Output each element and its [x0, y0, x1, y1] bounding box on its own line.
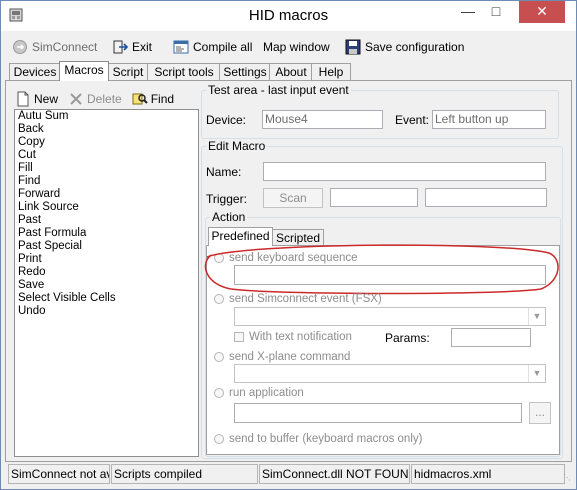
simconnect-icon	[13, 40, 27, 54]
minimize-button[interactable]: —	[454, 1, 482, 23]
close-icon: ✕	[536, 3, 548, 19]
status-dll: SimConnect.dll NOT FOUN	[259, 464, 410, 484]
radio-indicator	[214, 388, 224, 398]
tab-script[interactable]: Script	[107, 63, 149, 81]
trigger-field-2[interactable]	[425, 188, 547, 207]
new-document-icon	[17, 91, 29, 107]
params-input[interactable]	[451, 328, 531, 347]
list-item[interactable]: Fill	[15, 162, 198, 175]
status-config-file: hidmacros.xml	[411, 464, 565, 484]
list-item[interactable]: Copy	[15, 136, 198, 149]
status-bar: SimConnect not av Scripts compiled SimCo…	[1, 462, 576, 486]
chevron-down-icon: ▼	[528, 365, 545, 382]
list-item[interactable]: Link Source	[15, 201, 198, 214]
simconnect-event-dropdown[interactable]: ▼	[234, 307, 546, 326]
event-label: Event:	[395, 113, 430, 127]
checkbox-indicator	[234, 332, 244, 342]
xplane-command-dropdown[interactable]: ▼	[234, 364, 546, 383]
macro-list-toolbar: New Delete Find	[15, 91, 174, 107]
radio-send-to-buffer[interactable]: send to buffer (keyboard macros only)	[214, 433, 422, 445]
tab-devices[interactable]: Devices	[9, 63, 61, 81]
params-label: Params:	[385, 331, 430, 345]
new-macro-button[interactable]: New	[15, 91, 58, 107]
radio-send-xplane-command[interactable]: send X-plane command	[214, 351, 350, 363]
test-area-legend: Test area - last input event	[208, 83, 349, 97]
maximize-button[interactable]: □	[482, 1, 510, 23]
find-icon	[132, 93, 148, 105]
list-item[interactable]: Cut	[15, 149, 198, 162]
tab-predefined[interactable]: Predefined	[208, 227, 273, 246]
list-item[interactable]: Undo	[15, 305, 198, 318]
list-item[interactable]: Autu Sum	[15, 110, 198, 123]
trigger-field-1[interactable]	[330, 188, 418, 207]
radio-run-application[interactable]: run application	[214, 387, 304, 399]
tab-macros[interactable]: Macros	[59, 61, 109, 81]
delete-macro-button[interactable]: Delete	[68, 91, 122, 107]
radio-indicator	[214, 253, 224, 263]
list-item[interactable]: Past	[15, 214, 198, 227]
radio-indicator	[214, 352, 224, 362]
radio-send-simconnect-event[interactable]: send Simconnect event (FSX)	[214, 293, 382, 305]
radio-send-keyboard-sequence[interactable]: send keyboard sequence	[214, 252, 358, 264]
compile-all-button[interactable]: Compile all	[173, 38, 252, 56]
macro-name-input[interactable]	[263, 162, 546, 181]
list-item[interactable]: Select Visible Cells	[15, 292, 198, 305]
status-simconnect: SimConnect not av	[8, 464, 110, 484]
map-window-button[interactable]: Map window	[263, 38, 330, 56]
trigger-label: Trigger:	[206, 192, 247, 206]
tab-script-tools[interactable]: Script tools	[147, 63, 221, 81]
radio-indicator	[214, 434, 224, 444]
edit-macro-legend: Edit Macro	[208, 139, 266, 153]
save-configuration-button[interactable]: Save configuration	[345, 38, 464, 56]
with-text-notification-checkbox[interactable]: With text notification	[234, 331, 352, 343]
find-macro-button[interactable]: Find	[132, 91, 174, 107]
exit-icon	[113, 40, 128, 54]
main-toolbar: SimConnect Exit Compile all Map window S…	[1, 31, 576, 61]
device-field[interactable]: Mouse4	[262, 110, 383, 129]
list-item[interactable]: Past Special	[15, 240, 198, 253]
app-window: HID macros — □ ✕ SimConnect Exit Compile…	[0, 0, 577, 490]
compile-icon	[173, 40, 189, 54]
tab-about[interactable]: About	[269, 63, 313, 81]
device-label: Device:	[206, 113, 247, 127]
close-button[interactable]: ✕	[519, 1, 565, 23]
scan-button[interactable]: Scan	[263, 188, 323, 208]
list-item[interactable]: Back	[15, 123, 198, 136]
tab-help[interactable]: Help	[311, 63, 351, 81]
list-item[interactable]: Save	[15, 279, 198, 292]
maximize-icon: □	[491, 3, 501, 19]
status-scripts: Scripts compiled	[111, 464, 258, 484]
list-item[interactable]: Forward	[15, 188, 198, 201]
resize-grip-icon[interactable]: ⋱	[563, 473, 573, 483]
event-field[interactable]: Left button up	[432, 110, 546, 129]
keyboard-sequence-input[interactable]	[234, 265, 546, 285]
delete-icon	[70, 93, 82, 105]
macro-list[interactable]: Autu Sum Back Copy Cut Fill Find Forward Link S…	[14, 109, 199, 457]
application-path-input[interactable]	[234, 403, 522, 423]
title-bar: HID macros — □ ✕	[1, 1, 576, 31]
minimize-icon: —	[461, 3, 475, 19]
list-item[interactable]: Redo	[15, 266, 198, 279]
list-item[interactable]: Print	[15, 253, 198, 266]
radio-indicator	[214, 294, 224, 304]
action-legend: Action	[212, 210, 246, 224]
browse-button[interactable]: ...	[529, 402, 551, 424]
list-item[interactable]: Find	[15, 175, 198, 188]
save-icon	[345, 39, 361, 55]
list-item[interactable]: Past Formula	[15, 227, 198, 240]
tab-settings[interactable]: Settings	[219, 63, 271, 81]
simconnect-button[interactable]: SimConnect	[12, 38, 97, 56]
chevron-down-icon: ▼	[528, 308, 545, 325]
exit-button[interactable]: Exit	[112, 38, 152, 56]
name-label: Name:	[206, 165, 242, 179]
